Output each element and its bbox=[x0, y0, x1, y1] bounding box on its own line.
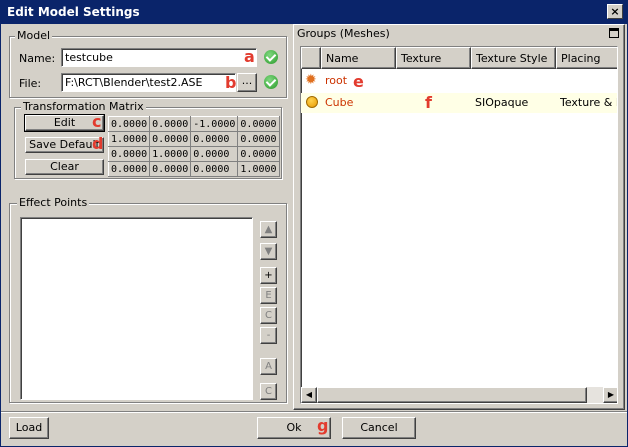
matrix-cell: 0.0000 bbox=[190, 146, 239, 162]
dock-restore-icon[interactable] bbox=[609, 28, 619, 38]
window-title: Edit Model Settings bbox=[7, 5, 140, 19]
matrix-cell: 0.0000 bbox=[107, 116, 151, 132]
matrix-row: 1.0000 0.0000 0.0000 0.0000 bbox=[107, 131, 280, 147]
matrix-cell: -1.0000 bbox=[190, 116, 239, 132]
move-down-button[interactable]: ▼ bbox=[260, 243, 277, 260]
matrix-row: 0.0000 1.0000 0.0000 0.0000 bbox=[107, 146, 280, 162]
effect-c-button[interactable]: C bbox=[260, 383, 277, 400]
file-field[interactable]: F:\RCT\Blender\test2.ASE bbox=[61, 73, 236, 92]
annotation-g: g bbox=[317, 416, 329, 435]
cancel-button[interactable]: Cancel bbox=[342, 417, 416, 439]
groups-grid[interactable]: Name Texture Texture Style Placing ✹ roo… bbox=[300, 46, 618, 404]
header-icon-column[interactable] bbox=[301, 47, 321, 69]
matrix-cell: 0.0000 bbox=[190, 131, 239, 147]
row-placing: Texture & M bbox=[560, 96, 617, 109]
matrix-cell: 1.0000 bbox=[237, 161, 280, 177]
name-label: Name: bbox=[19, 52, 56, 65]
annotation-e: e bbox=[353, 72, 364, 91]
name-valid-check-icon bbox=[264, 50, 278, 64]
annotation-a: a bbox=[244, 47, 255, 66]
scroll-right-arrow-icon[interactable]: ▶ bbox=[603, 387, 617, 403]
scroll-left-arrow-icon[interactable]: ◀ bbox=[301, 387, 317, 403]
edit-effect-button[interactable]: E bbox=[260, 287, 277, 304]
matrix-cell: 0.0000 bbox=[149, 116, 192, 132]
scroll-thumb[interactable] bbox=[317, 387, 587, 403]
matrix-cell: 0.0000 bbox=[237, 146, 280, 162]
annotation-b: b bbox=[225, 73, 237, 92]
annotation-d: d bbox=[92, 134, 104, 153]
remove-effect-button[interactable]: - bbox=[260, 327, 277, 344]
grid-header: Name Texture Texture Style Placing bbox=[301, 47, 617, 69]
transformation-matrix-label: Transformation Matrix bbox=[21, 100, 146, 113]
groups-title: Groups (Meshes) bbox=[297, 27, 390, 40]
model-group-label: Model bbox=[15, 29, 53, 42]
file-valid-check-icon bbox=[264, 75, 278, 89]
load-button[interactable]: Load bbox=[9, 417, 49, 439]
row-name: Cube bbox=[325, 96, 354, 109]
matrix-cell: 0.0000 bbox=[149, 131, 192, 147]
add-effect-button[interactable]: + bbox=[260, 267, 277, 284]
browse-button[interactable]: ... bbox=[237, 73, 257, 92]
gear-icon: ✹ bbox=[305, 72, 317, 88]
orange-circle-icon bbox=[306, 96, 318, 108]
annotation-f: f bbox=[425, 93, 432, 112]
matrix-cell: 0.0000 bbox=[190, 161, 239, 177]
close-button[interactable]: × bbox=[607, 4, 623, 19]
edit-model-settings-window: Edit Model Settings × Model Name: testcu… bbox=[0, 0, 628, 447]
clear-matrix-button[interactable]: Clear bbox=[25, 159, 104, 175]
footer-divider bbox=[1, 411, 627, 413]
file-label: File: bbox=[19, 77, 42, 90]
matrix-cell: 1.0000 bbox=[149, 146, 192, 162]
matrix-cell: 0.0000 bbox=[107, 146, 151, 162]
copy-effect-button[interactable]: C bbox=[260, 307, 277, 324]
matrix-cell: 0.0000 bbox=[237, 116, 280, 132]
table-row[interactable]: ✹ root e bbox=[301, 71, 617, 91]
matrix-row: 0.0000 0.0000 0.0000 1.0000 bbox=[107, 161, 280, 177]
effect-a-button[interactable]: A bbox=[260, 358, 277, 375]
header-texture[interactable]: Texture bbox=[396, 47, 471, 69]
matrix-cell: 1.0000 bbox=[107, 131, 151, 147]
header-name[interactable]: Name bbox=[321, 47, 396, 69]
name-field[interactable]: testcube bbox=[61, 48, 257, 67]
annotation-c: c bbox=[92, 112, 102, 131]
move-up-button[interactable]: ▲ bbox=[260, 221, 277, 238]
row-name: root bbox=[325, 74, 348, 87]
table-row[interactable]: Cube f SIOpaque Texture & M bbox=[301, 93, 617, 113]
matrix-row: 0.0000 0.0000 -1.0000 0.0000 bbox=[107, 116, 280, 132]
horizontal-scrollbar[interactable]: ◀ ▶ bbox=[301, 387, 617, 403]
transformation-matrix-table: 0.0000 0.0000 -1.0000 0.0000 1.0000 0.00… bbox=[107, 116, 280, 177]
row-style: SIOpaque bbox=[475, 96, 529, 109]
effect-points-label: Effect Points bbox=[17, 196, 90, 209]
matrix-cell: 0.0000 bbox=[237, 131, 280, 147]
matrix-cell: 0.0000 bbox=[149, 161, 192, 177]
effect-points-list[interactable] bbox=[20, 217, 253, 400]
header-placing[interactable]: Placing bbox=[556, 47, 617, 69]
title-bar: Edit Model Settings × bbox=[1, 1, 627, 24]
matrix-cell: 0.0000 bbox=[107, 161, 151, 177]
header-texture-style[interactable]: Texture Style bbox=[471, 47, 556, 69]
